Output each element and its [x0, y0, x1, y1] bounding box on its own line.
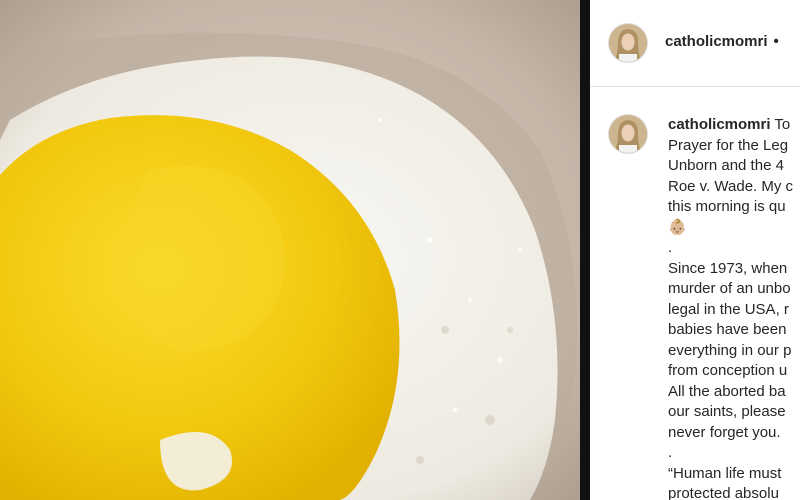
header-username[interactable]: catholicmomri — [665, 33, 768, 50]
caption-line: Since 1973, when — [668, 259, 788, 277]
caption-line: babies have been — [668, 321, 787, 338]
caption-line: protected absolu — [668, 485, 779, 500]
caption-line: never forget you. — [668, 423, 781, 441]
baby-emoji: 👶🏼 — [668, 218, 687, 236]
caption-line: legal in the USA, r — [668, 300, 789, 318]
caption-line: everything in our p — [668, 341, 792, 359]
profile-photo-icon — [609, 24, 647, 62]
caption-line: . — [668, 239, 673, 256]
fried-egg-image — [0, 0, 580, 500]
caption-line: our saints, please — [668, 403, 786, 420]
profile-photo-icon — [609, 115, 647, 153]
header-separator: • — [773, 33, 779, 50]
divider — [580, 0, 590, 500]
caption-line: “Human life must — [668, 464, 782, 482]
caption-line: murder of an unbo — [668, 280, 791, 297]
profile-avatar[interactable] — [608, 23, 648, 63]
caption-line: from conception u — [668, 362, 788, 379]
caption-line: catholicmomri To — [668, 115, 800, 136]
post-photo[interactable] — [0, 0, 580, 500]
post-header: catholicmomri • — [590, 0, 800, 87]
caption-avatar[interactable] — [608, 114, 648, 154]
caption-line: Roe v. Wade. My c — [668, 177, 794, 195]
caption-line: Prayer for the Leg — [668, 136, 789, 154]
caption-line: . — [668, 444, 673, 461]
post-caption: catholicmomri To Prayer for the Leg Unbo… — [668, 115, 800, 500]
caption-username[interactable]: catholicmomri — [668, 116, 771, 133]
caption-line: this morning is qu — [668, 198, 786, 215]
header-username-row: catholicmomri • — [665, 33, 779, 50]
caption-line: All the aborted ba — [668, 382, 786, 400]
caption-text: To — [770, 116, 791, 133]
caption-line: Unborn and the 4 — [668, 157, 784, 174]
post-side-panel: catholicmomri • catholicmomri To Prayer f… — [590, 0, 800, 500]
